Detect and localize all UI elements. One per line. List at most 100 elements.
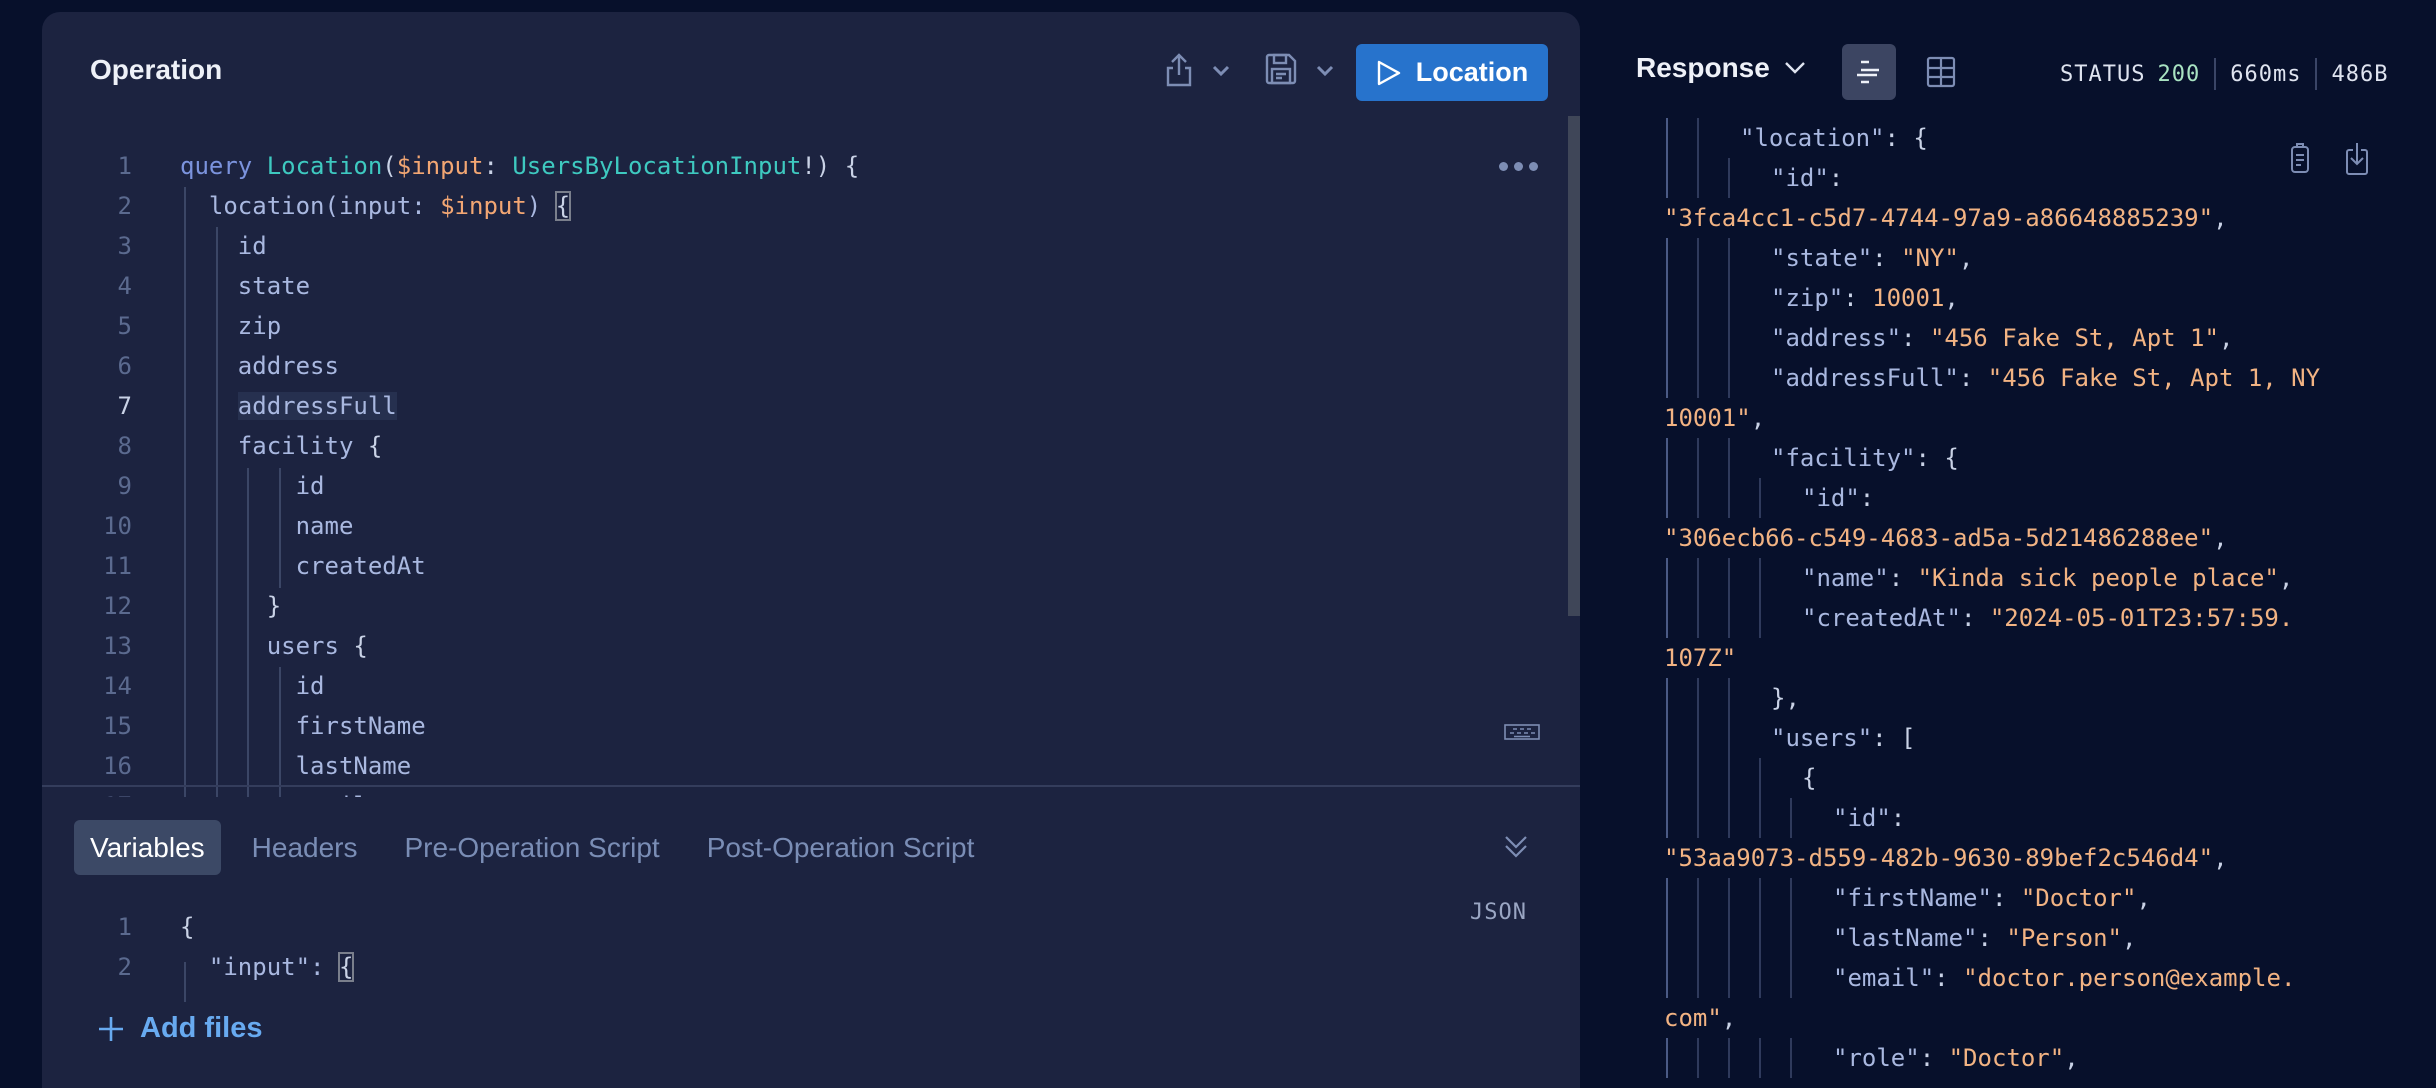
indent-guide [1697,918,1699,958]
line-number: 5 [117,312,132,340]
json-token: : [1901,324,1930,352]
indent-guide [1666,118,1668,158]
response-line: 10001", [1664,398,1765,438]
variables-editor[interactable]: 1 {2 "input": { [42,907,1342,1002]
clipboard-icon [2291,143,2309,173]
indent-guide [1697,118,1699,158]
operation-title: Operation [90,54,223,85]
download-response-button[interactable] [2346,142,2368,181]
code-token: "input": [180,953,339,981]
more-options-button[interactable] [1499,162,1538,171]
code-text: name [180,506,354,546]
indent-guide [1666,678,1668,718]
code-token: zip [180,312,282,340]
share-icon [1166,53,1192,87]
indent-guide [1790,918,1792,958]
json-token: "53aa9073-d559-482b-9630-89bef2c546d4" [1664,844,2214,872]
line-number: 6 [117,352,132,380]
indent-guide [1697,1038,1699,1078]
tab-headers[interactable]: Headers [236,820,374,875]
panel-divider[interactable] [42,785,1580,787]
json-token: "id" [1802,484,1860,512]
line-number: 12 [103,592,132,620]
line-number: 14 [103,672,132,700]
indent-guide [1697,718,1699,758]
indent-guide [1728,278,1730,318]
keyboard-shortcuts-button[interactable] [1504,724,1540,745]
json-token: { [1802,764,1817,792]
tab-variables[interactable]: Variables [74,820,221,875]
code-token: UsersByLocationInput [512,152,802,180]
line-number: 16 [103,752,132,780]
run-operation-button[interactable]: Location [1356,44,1548,101]
tab-post-operation-script[interactable]: Post-Operation Script [691,820,991,875]
json-token: "lastName" [1833,924,1978,952]
response-size: 486B [2331,61,2389,87]
code-text: location(input: $input) { [180,186,572,226]
response-body[interactable]: "location": {"id": "3fca4cc1-c5d7-4744-97… [1664,118,2436,1088]
response-line: com", [1664,998,1736,1038]
keyboard-icon [1504,724,1540,740]
indent-guide [1697,798,1699,838]
json-token: , [2122,924,2137,952]
save-button[interactable] [1264,52,1298,91]
share-button[interactable] [1164,52,1194,93]
chevron-down-icon [1316,65,1334,77]
json-token: : [1960,604,1990,632]
indent-guide [1666,878,1668,918]
json-token: "Doctor" [2020,884,2137,912]
indent-guide [1666,758,1668,798]
json-token: "NY" [1901,244,1959,272]
indent-guide [1759,598,1761,638]
save-icon [1265,53,1297,85]
json-token: : [1890,804,1906,832]
json-token: "2024-05-01T23:57:59. [1989,604,2294,632]
code-token: ) [526,192,556,220]
status-divider [2214,58,2217,90]
response-line: "53aa9073-d559-482b-9630-89bef2c546d4", [1664,838,2228,878]
code-token: $input [396,152,484,180]
indent-guide [1666,1038,1668,1078]
json-token: : [1958,364,1988,392]
indent-guide [1728,1038,1730,1078]
collapse-panel-button[interactable] [1504,834,1528,865]
copy-response-button[interactable] [2290,142,2310,181]
line-number: 2 [117,953,132,981]
json-token: , [2278,564,2294,592]
response-line: "users": [ [1771,718,1916,758]
plus-icon [99,1016,123,1041]
response-line: "3fca4cc1-c5d7-4744-97a9-a86648885239", [1664,198,2228,238]
editor-scrollbar[interactable] [1568,116,1580,616]
table-view-button[interactable] [1914,44,1968,100]
indent-guide [1728,358,1730,398]
chevron-down-icon [1784,62,1805,74]
code-token: id [180,232,267,260]
json-token: : [1919,1044,1949,1072]
json-token: , [1750,404,1766,432]
indent-guide [1728,918,1730,958]
response-view-selector[interactable]: Response [1636,52,1806,84]
response-line: "firstName": "Doctor", [1833,878,2151,918]
save-dropdown[interactable] [1316,64,1334,82]
response-status: STATUS 200 660ms 486B [2060,58,2388,90]
tab-pre-operation-script[interactable]: Pre-Operation Script [389,820,676,875]
indent-guide [1759,478,1761,518]
more-icon [1499,162,1508,171]
operation-editor[interactable]: 1 query Location($input: UsersByLocationI… [42,132,1562,797]
response-line: "id": [1833,798,1905,838]
indent-guide [1759,798,1761,838]
response-line: "id": [1771,158,1843,198]
json-token: : [1888,564,1918,592]
indent-guide [1666,598,1668,638]
code-token: id [180,672,325,700]
indent-guide [1728,678,1730,718]
json-token: : [1934,964,1964,992]
share-dropdown[interactable] [1212,64,1230,82]
status-divider [2315,58,2318,90]
json-view-button[interactable] [1842,44,1896,100]
json-token: "role" [1833,1044,1920,1072]
indent-guide [1666,318,1668,358]
json-token: "id" [1833,804,1891,832]
indent-guide [1728,718,1730,758]
add-files-button[interactable]: Add files [98,1012,262,1045]
